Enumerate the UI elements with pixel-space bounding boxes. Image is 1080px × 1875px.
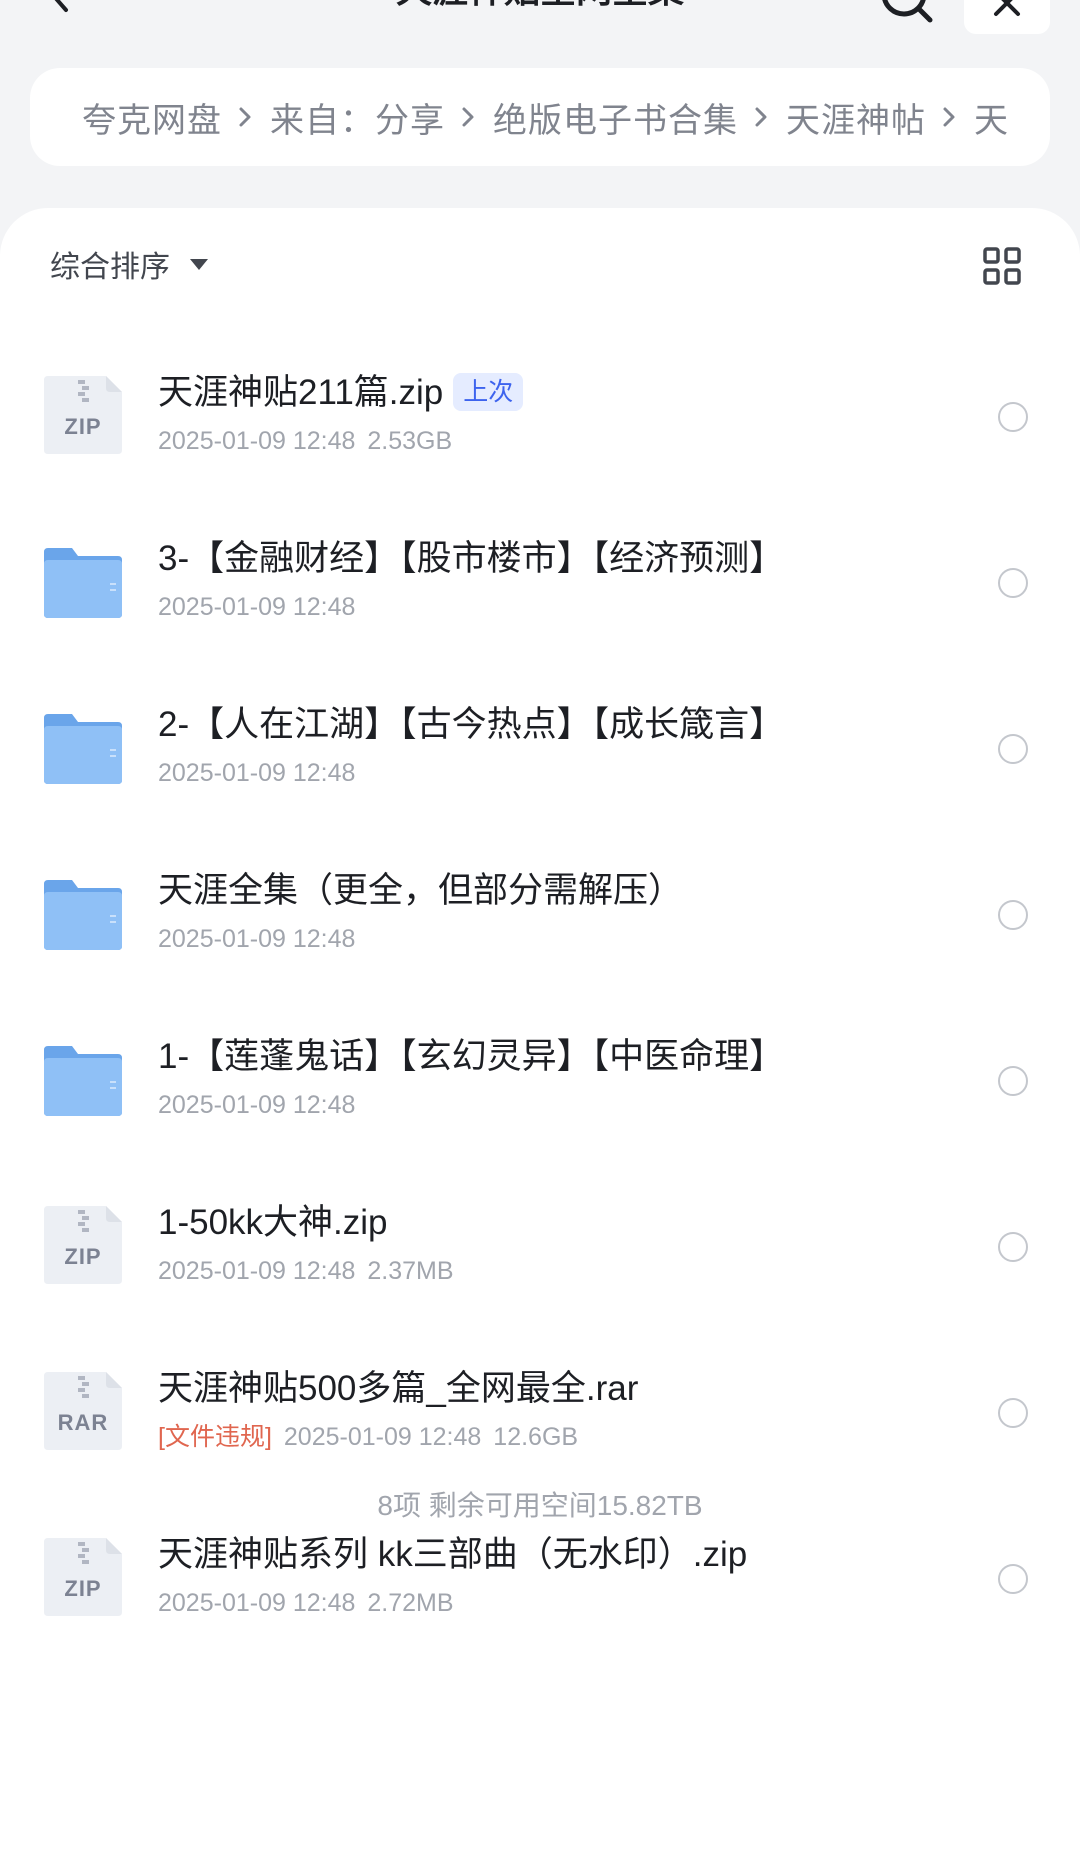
- file-size: 2.53GB: [367, 427, 453, 455]
- grid-view-icon: [983, 247, 1021, 285]
- file-meta: 2025-01-09 12:48: [158, 590, 355, 624]
- breadcrumb-item[interactable]: 绝版电子书合集: [493, 93, 738, 142]
- file-type-label: ZIP: [64, 414, 102, 439]
- file-name-text: 天涯全集（更全，但部分需解压）: [158, 871, 684, 910]
- chevron-right-icon: [462, 107, 474, 127]
- file-list: ZIP 天涯神贴211篇.zip 上次 2025-01-09 12:48 2.53GB 3…: [0, 338, 1080, 1666]
- file-type-label: ZIP: [64, 1244, 102, 1269]
- folder-icon: [44, 1046, 122, 1116]
- file-meta: 2025-01-09 12:48: [158, 756, 355, 790]
- violation-label: [文件违规]: [158, 1423, 272, 1451]
- file-name-text: 3-【金融财经】【股市楼市】【经济预测】: [158, 539, 785, 578]
- file-date: 2025-01-09 12:48: [158, 759, 356, 787]
- search-button[interactable]: [876, 0, 936, 26]
- select-radio[interactable]: [998, 900, 1028, 930]
- last-opened-badge: 上次: [453, 373, 524, 411]
- file-name: 3-【金融财经】【股市楼市】【经济预测】: [158, 536, 784, 582]
- select-radio[interactable]: [998, 1232, 1028, 1262]
- chevron-right-icon: [943, 107, 955, 127]
- file-meta: 2025-01-09 12:48 2.37MB: [158, 1254, 454, 1288]
- breadcrumb: 夸克网盘 来自：分享 绝版电子书合集 天涯神帖天: [30, 68, 1050, 166]
- file-date: 2025-01-09 12:48: [158, 427, 356, 455]
- file-date: 2025-01-09 12:48: [158, 925, 356, 953]
- file-list-panel: 综合排序 ZIP 天涯神贴211篇.zip 上次 2025-01-09 12:48 2.…: [0, 208, 1080, 1875]
- file-meta: 2025-01-09 12:48 2.72MB: [158, 1586, 454, 1620]
- file-type-icon: [40, 1036, 126, 1122]
- folder-icon: [44, 548, 122, 618]
- select-radio[interactable]: [998, 1564, 1028, 1594]
- chevron-left-icon: [54, 0, 68, 12]
- file-type-icon: [40, 870, 126, 956]
- file-type-icon: [40, 704, 126, 790]
- file-name: 1-50kk大神.zip: [158, 1200, 388, 1246]
- file-name: 天涯神贴500多篇_全网最全.rar: [158, 1366, 638, 1412]
- select-radio[interactable]: [998, 402, 1028, 432]
- page-title: 天涯神贴全网全集: [280, 0, 800, 14]
- breadcrumb-item[interactable]: 夸克网盘: [82, 93, 222, 142]
- file-name: 天涯全集（更全，但部分需解压）: [158, 868, 683, 914]
- caret-down-icon: [190, 258, 208, 270]
- file-row[interactable]: ZIP 天涯神贴系列 kk三部曲（无水印）.zip 2025-01-09 12:48…: [0, 1500, 1080, 1666]
- sort-label: 综合排序: [50, 251, 170, 284]
- file-row[interactable]: 天涯全集（更全，但部分需解压） 2025-01-09 12:48: [0, 836, 1080, 1002]
- file-type-icon: ZIP: [40, 372, 126, 458]
- file-meta: 2025-01-09 12:48: [158, 1088, 355, 1122]
- file-row[interactable]: ZIP 天涯神贴211篇.zip 上次 2025-01-09 12:48 2.53GB: [0, 338, 1080, 504]
- select-radio[interactable]: [998, 734, 1028, 764]
- breadcrumb-item[interactable]: 天涯神帖: [786, 93, 926, 142]
- file-name-text: 1-【莲蓬鬼话】【玄幻灵异】【中医命理】: [158, 1037, 785, 1076]
- breadcrumb-item[interactable]: 来自：分享: [270, 93, 445, 142]
- file-size: 2.72MB: [367, 1589, 454, 1617]
- file-type-icon: ZIP: [40, 1534, 126, 1620]
- file-size: 12.6GB: [493, 1423, 579, 1451]
- file-size: 2.37MB: [367, 1257, 454, 1285]
- file-row[interactable]: ZIP 1-50kk大神.zip 2025-01-09 12:48 2.37MB: [0, 1168, 1080, 1334]
- file-type-icon: [40, 538, 126, 624]
- file-row[interactable]: 2-【人在江湖】【古今热点】【成长箴言】 2025-01-09 12:48: [0, 670, 1080, 836]
- folder-icon: [44, 714, 122, 784]
- sort-dropdown[interactable]: 综合排序: [50, 242, 208, 286]
- file-name-text: 天涯神贴500多篇_全网最全.rar: [158, 1369, 639, 1408]
- file-name: 1-【莲蓬鬼话】【玄幻灵异】【中医命理】: [158, 1034, 784, 1080]
- file-date: 2025-01-09 12:48: [158, 593, 356, 621]
- breadcrumb-item[interactable]: 天: [974, 93, 1009, 142]
- search-icon: [882, 0, 933, 23]
- file-type-icon: ZIP: [40, 1202, 126, 1288]
- chevron-right-icon: [239, 107, 251, 127]
- file-row[interactable]: 3-【金融财经】【股市楼市】【经济预测】 2025-01-09 12:48: [0, 504, 1080, 670]
- top-bar: 天涯神贴全网全集: [0, 0, 1080, 50]
- select-radio[interactable]: [998, 568, 1028, 598]
- file-name-text: 天涯神贴211篇.zip: [158, 373, 444, 412]
- file-type-icon: RAR: [40, 1368, 126, 1454]
- back-button[interactable]: [40, 0, 80, 14]
- file-name-text: 1-50kk大神.zip: [158, 1203, 388, 1242]
- file-row[interactable]: RAR 天涯神贴500多篇_全网最全.rar [文件违规] 2025-01-09 12…: [0, 1334, 1080, 1500]
- file-meta: 2025-01-09 12:48 2.53GB: [158, 424, 452, 458]
- chevron-right-icon: [755, 107, 767, 127]
- close-button[interactable]: [964, 0, 1050, 34]
- select-radio[interactable]: [998, 1066, 1028, 1096]
- folder-icon: [44, 880, 122, 950]
- file-name: 天涯神贴211篇.zip 上次: [158, 370, 524, 416]
- file-date: 2025-01-09 12:48: [158, 1589, 356, 1617]
- grid-view-button[interactable]: [982, 246, 1022, 286]
- storage-summary: 8项 剩余可用空间15.82TB: [377, 1490, 703, 1521]
- file-row[interactable]: 1-【莲蓬鬼话】【玄幻灵异】【中医命理】 2025-01-09 12:48: [0, 1002, 1080, 1168]
- file-date: 2025-01-09 12:48: [283, 1423, 482, 1451]
- close-icon: [994, 0, 1020, 16]
- file-name: 2-【人在江湖】【古今热点】【成长箴言】: [158, 702, 784, 748]
- file-name: 天涯神贴系列 kk三部曲（无水印）.zip: [158, 1532, 747, 1578]
- file-type-label: RAR: [57, 1410, 109, 1435]
- file-date: 2025-01-09 12:48: [158, 1257, 356, 1285]
- select-radio[interactable]: [998, 1398, 1028, 1428]
- file-meta: 2025-01-09 12:48: [158, 922, 355, 956]
- file-name-text: 天涯神贴系列 kk三部曲（无水印）.zip: [158, 1535, 748, 1574]
- file-type-label: ZIP: [64, 1576, 102, 1601]
- file-meta: [文件违规] 2025-01-09 12:48 12.6GB: [158, 1420, 578, 1454]
- file-name-text: 2-【人在江湖】【古今热点】【成长箴言】: [158, 705, 785, 744]
- file-date: 2025-01-09 12:48: [158, 1091, 356, 1119]
